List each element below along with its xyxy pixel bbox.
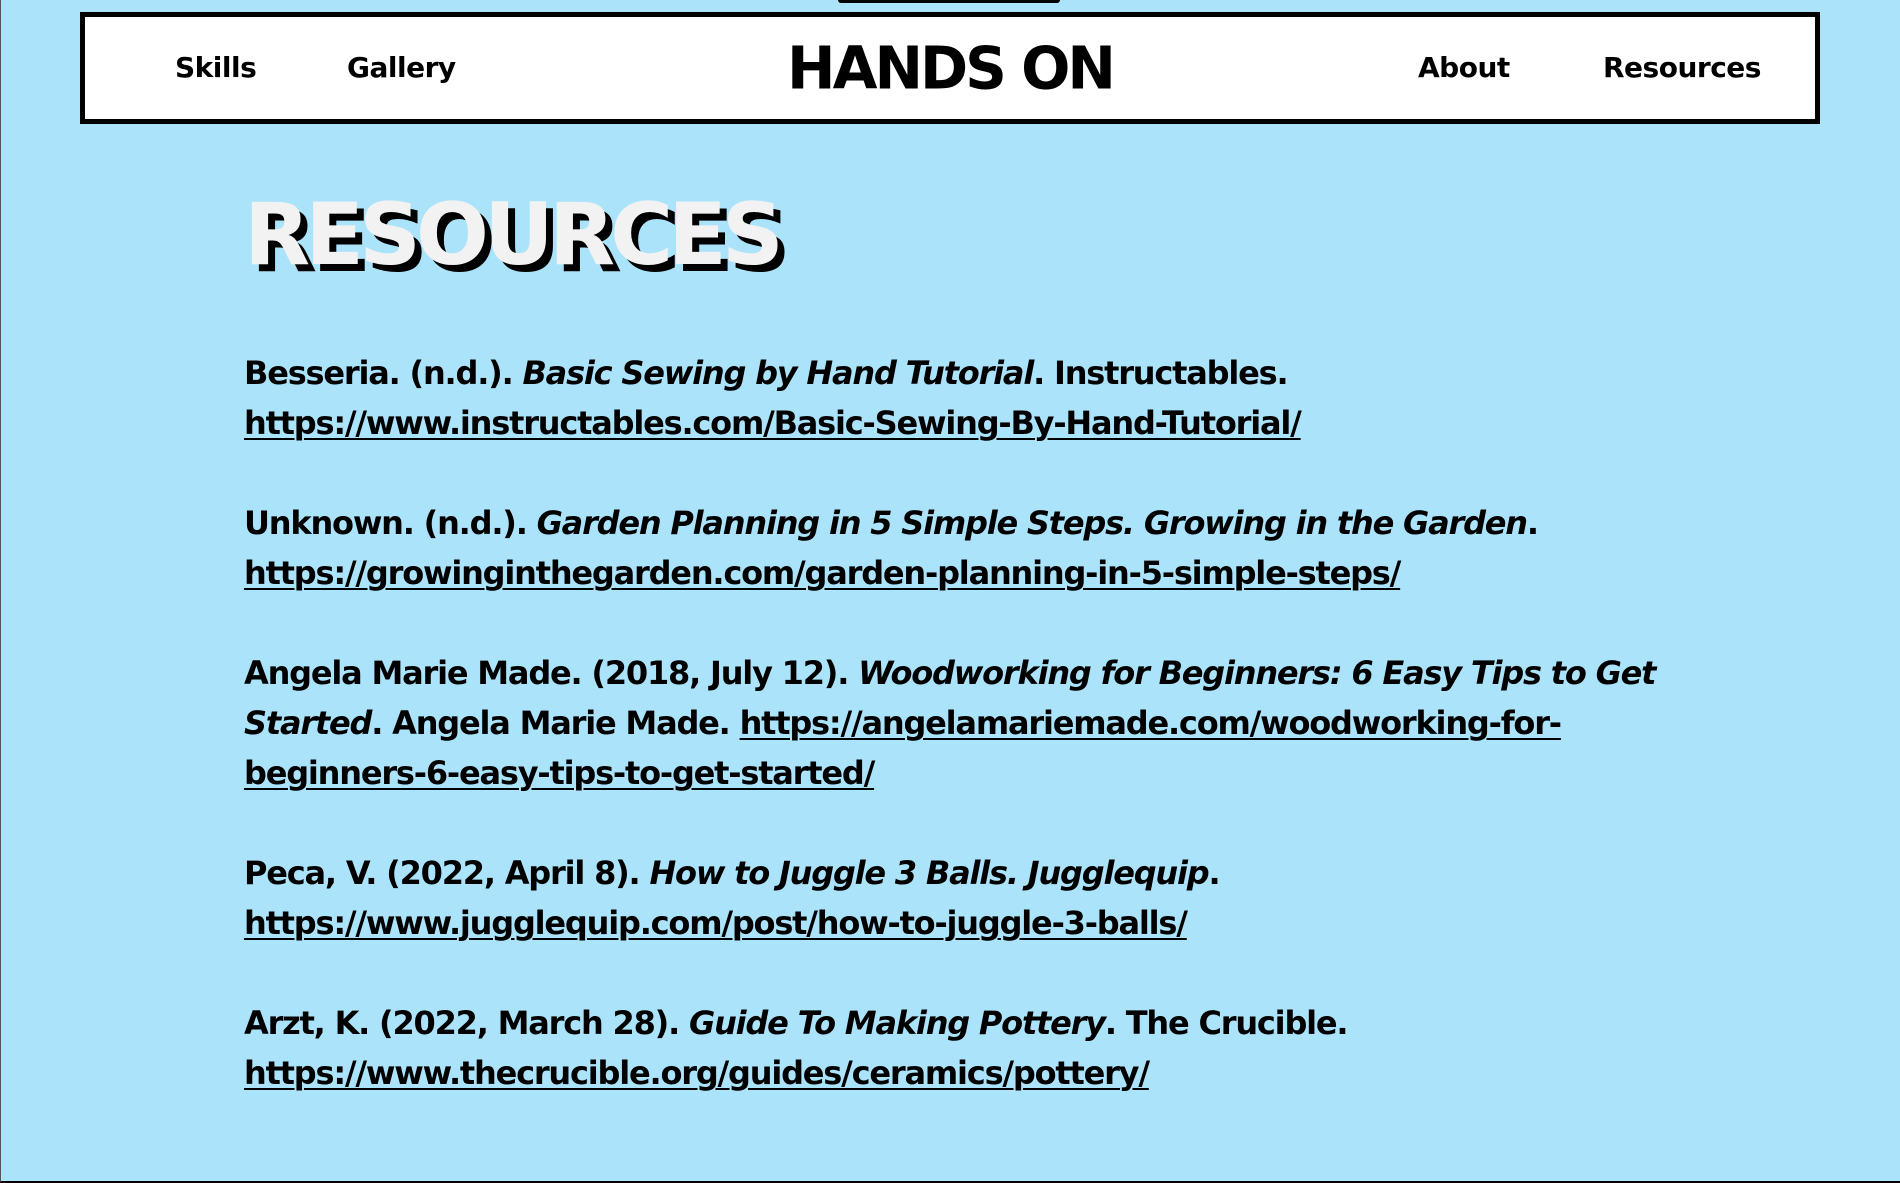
reference-title: How to Juggle 3 Balls. Jugglequip [649, 854, 1209, 892]
reference-title: Guide To Making Pottery [689, 1004, 1106, 1042]
reference-item: Arzt, K. (2022, March 28). Guide To Maki… [244, 998, 1664, 1098]
page: { "header": { "brand": "HANDS ON", "nav_… [0, 0, 1900, 1183]
reference-link[interactable]: https://growinginthegarden.com/garden-pl… [244, 554, 1401, 592]
reference-source: . Instructables. [1033, 354, 1289, 392]
reference-author: Arzt, K. (2022, March 28). [244, 1004, 690, 1042]
page-title: RESOURCES [244, 185, 784, 285]
nav-link-about[interactable]: About [1418, 17, 1510, 119]
navbar: Skills Gallery HANDS ON About Resources [80, 12, 1820, 124]
reference-title: Basic Sewing by Hand Tutorial [522, 354, 1034, 392]
reference-link[interactable]: https://www.instructables.com/Basic-Sewi… [244, 404, 1302, 442]
top-tab-indicator [838, 0, 1060, 3]
reference-source: . Angela Marie Made. [371, 704, 740, 742]
nav-link-resources[interactable]: Resources [1603, 17, 1761, 119]
reference-item: Besseria. (n.d.). Basic Sewing by Hand T… [244, 348, 1664, 448]
reference-author: Unknown. (n.d.). [244, 504, 537, 542]
reference-author: Angela Marie Made. (2018, July 12). [244, 654, 859, 692]
reference-author: Peca, V. (2022, April 8). [244, 854, 650, 892]
reference-author: Besseria. (n.d.). [244, 354, 523, 392]
reference-item: Peca, V. (2022, April 8). How to Juggle … [244, 848, 1664, 948]
reference-item: Angela Marie Made. (2018, July 12). Wood… [244, 648, 1664, 798]
reference-item: Unknown. (n.d.). Garden Planning in 5 Si… [244, 498, 1664, 598]
reference-link[interactable]: https://www.thecrucible.org/guides/ceram… [244, 1054, 1150, 1092]
reference-title: Garden Planning in 5 Simple Steps. Growi… [536, 504, 1528, 542]
reference-source: . [1208, 854, 1220, 892]
brand-logo-text: HANDS ON [787, 33, 1116, 103]
brand-logo[interactable]: HANDS ON [85, 16, 1815, 120]
reference-list: Besseria. (n.d.). Basic Sewing by Hand T… [244, 348, 1664, 1148]
reference-source: . [1526, 504, 1539, 542]
reference-source: . The Crucible. [1104, 1004, 1349, 1042]
reference-link[interactable]: https://www.jugglequip.com/post/how-to-j… [244, 904, 1188, 942]
